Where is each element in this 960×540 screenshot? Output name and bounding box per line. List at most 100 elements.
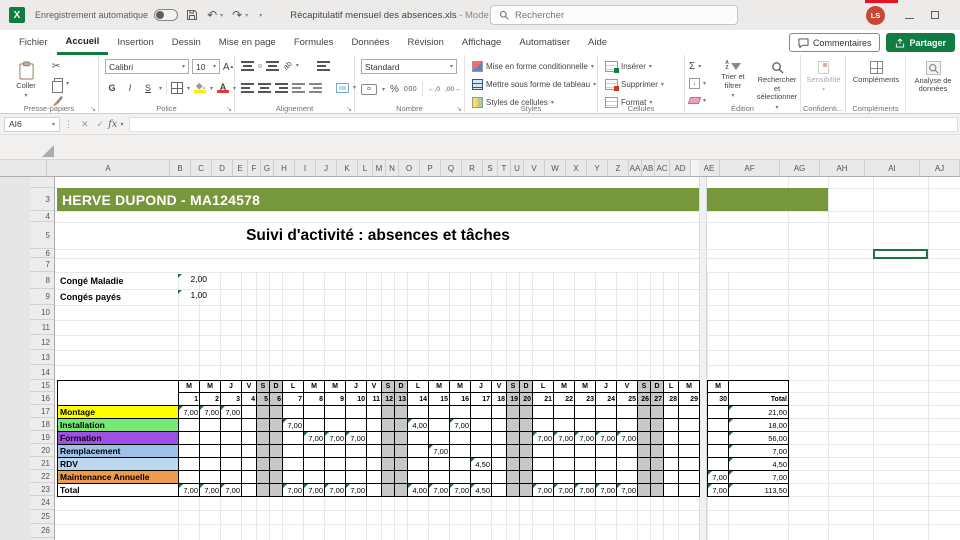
conditional-formatting-button[interactable]: Mise en forme conditionnelle ▾ — [472, 59, 596, 73]
day-cell[interactable] — [532, 444, 554, 458]
day-cell[interactable]: 7,00 — [220, 405, 242, 419]
wrap-text-icon[interactable] — [316, 60, 330, 71]
insert-function-icon[interactable]: fx — [108, 119, 117, 130]
tab-insertion[interactable]: Insertion — [108, 30, 162, 55]
day-cell[interactable] — [366, 470, 382, 484]
day30-cell[interactable] — [707, 405, 729, 419]
redo-icon[interactable]: ↷ — [232, 8, 242, 22]
day-letter-header[interactable]: V — [491, 380, 507, 393]
day-number-header[interactable]: 9 — [324, 392, 346, 406]
day-cell[interactable] — [574, 470, 596, 484]
day-cell[interactable] — [428, 457, 450, 471]
align-left-icon[interactable] — [241, 82, 254, 93]
day-cell[interactable]: 7,00 — [303, 431, 325, 445]
day30-cell[interactable] — [707, 431, 729, 445]
day-number-header[interactable]: 14 — [407, 392, 429, 406]
day-number-header[interactable]: 18 — [491, 392, 507, 406]
day-cell[interactable] — [394, 444, 408, 458]
day-cell[interactable]: 7,00 — [574, 483, 596, 497]
confirm-entry-icon[interactable]: ✓ — [97, 119, 105, 130]
day-letter-header[interactable]: L — [407, 380, 429, 393]
day-cell[interactable] — [470, 444, 492, 458]
day-cell[interactable] — [282, 405, 304, 419]
day-cell[interactable] — [366, 483, 382, 497]
avatar[interactable]: LS — [866, 6, 885, 25]
day-cell[interactable] — [678, 418, 700, 432]
column-header-G[interactable]: G — [261, 160, 274, 177]
share-button[interactable]: Partager — [886, 33, 955, 52]
day-letter-header[interactable]: J — [470, 380, 492, 393]
day-cell[interactable] — [282, 470, 304, 484]
day-cell[interactable] — [678, 405, 700, 419]
day-cell[interactable] — [532, 418, 554, 432]
column-header-E[interactable]: E — [233, 160, 248, 177]
day-cell[interactable] — [650, 470, 664, 484]
day-letter-header[interactable]: D — [519, 380, 533, 393]
day-cell[interactable] — [678, 470, 700, 484]
formula-input[interactable] — [129, 116, 958, 132]
day-letter-header[interactable]: S — [256, 380, 270, 393]
row-header-3[interactable]: 3 — [30, 188, 54, 211]
day-cell[interactable] — [519, 444, 533, 458]
day-cell[interactable] — [449, 444, 471, 458]
day-cell[interactable] — [394, 470, 408, 484]
tab-données[interactable]: Données — [342, 30, 398, 55]
day30-cell[interactable] — [707, 457, 729, 471]
day-cell[interactable] — [553, 444, 575, 458]
day-cell[interactable] — [650, 405, 664, 419]
column-header-D[interactable]: D — [212, 160, 233, 177]
day-cell[interactable] — [256, 431, 270, 445]
day-cell[interactable] — [241, 457, 257, 471]
day-cell[interactable] — [345, 405, 367, 419]
cancel-entry-icon[interactable]: ✕ — [81, 119, 89, 130]
day-cell[interactable] — [491, 431, 507, 445]
day-letter-header[interactable]: V — [366, 380, 382, 393]
day-cell[interactable]: 7,00 — [449, 418, 471, 432]
day-letter-header[interactable]: S — [637, 380, 651, 393]
thousands-icon[interactable]: 000 — [404, 86, 417, 93]
align-right-icon[interactable] — [275, 82, 288, 93]
day-letter-header[interactable]: M — [678, 380, 700, 393]
day-cell[interactable] — [663, 405, 679, 419]
column-header-AJ[interactable]: AJ — [920, 160, 960, 177]
day-cell[interactable] — [449, 470, 471, 484]
day-cell[interactable] — [678, 457, 700, 471]
day-cell[interactable] — [241, 405, 257, 419]
tab-révision[interactable]: Révision — [398, 30, 452, 55]
day-cell[interactable] — [650, 431, 664, 445]
day-cell[interactable] — [553, 470, 575, 484]
tab-fichier[interactable]: Fichier — [10, 30, 57, 55]
delete-cells-button[interactable]: Supprimer ▾ — [605, 77, 664, 91]
day-number-header[interactable]: 4 — [241, 392, 257, 406]
day-cell[interactable]: 7,00 — [282, 418, 304, 432]
day-cell[interactable]: 4,00 — [407, 483, 429, 497]
task-row-label[interactable]: Installation — [57, 418, 179, 432]
day30-cell[interactable]: 7,00 — [707, 470, 729, 484]
column-header-L[interactable]: L — [358, 160, 373, 177]
active-cell-selection[interactable] — [873, 249, 928, 259]
row-header-5[interactable]: 5 — [30, 222, 54, 249]
day-cell[interactable] — [663, 457, 679, 471]
day-cell[interactable] — [595, 457, 617, 471]
day-cell[interactable]: 7,00 — [345, 483, 367, 497]
row-header-11[interactable]: 11 — [30, 320, 54, 335]
day-cell[interactable] — [407, 457, 429, 471]
task-row-label[interactable]: Maintenance Annuelle — [57, 470, 179, 484]
merge-center-icon[interactable] — [336, 82, 349, 93]
day-letter-header[interactable]: M — [553, 380, 575, 393]
day-cell[interactable] — [381, 431, 395, 445]
day-cell[interactable]: 7,00 — [199, 405, 221, 419]
namebox-dropdown-icon[interactable]: ▾ — [52, 121, 55, 128]
day-cell[interactable] — [553, 405, 575, 419]
row-header-6[interactable]: 6 — [30, 249, 54, 258]
day-cell[interactable] — [178, 431, 200, 445]
row-header-19[interactable]: 19 — [30, 431, 54, 444]
day-cell[interactable] — [616, 470, 638, 484]
day-cell[interactable] — [303, 444, 325, 458]
day-cell[interactable] — [256, 405, 270, 419]
select-all-corner[interactable] — [42, 145, 54, 157]
font-family-select[interactable]: Calibri ▾ — [105, 59, 189, 74]
day-cell[interactable] — [269, 431, 283, 445]
day-cell[interactable] — [394, 483, 408, 497]
day-letter-header[interactable]: V — [241, 380, 257, 393]
